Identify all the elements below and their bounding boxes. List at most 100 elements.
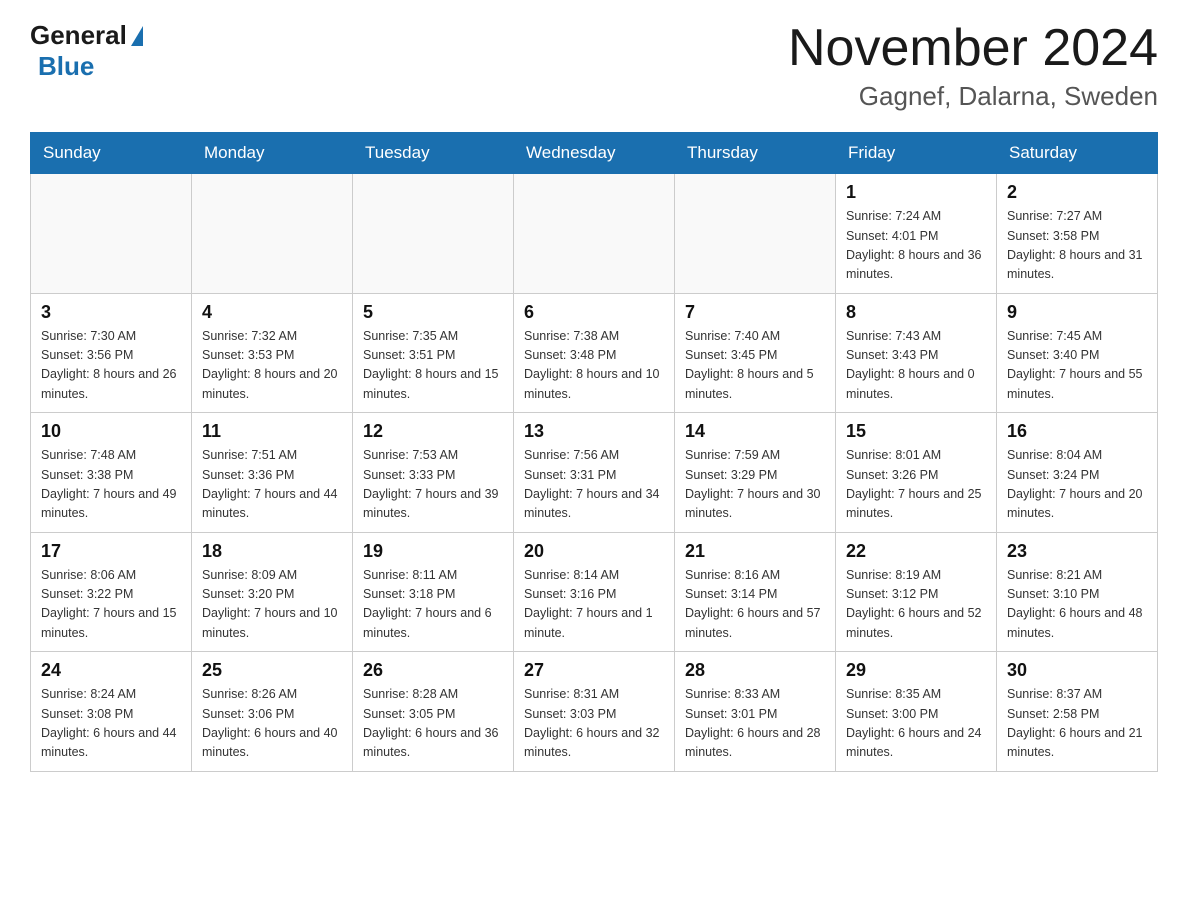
- calendar-cell: 26Sunrise: 8:28 AM Sunset: 3:05 PM Dayli…: [353, 652, 514, 772]
- calendar-cell: [675, 174, 836, 294]
- calendar-cell: 4 Sunrise: 7:32 AM Sunset: 3:53 PM Daylig…: [192, 293, 353, 413]
- calendar-cell: [514, 174, 675, 294]
- calendar-cell: 27 Sunrise: 8:31 AM Sunset: 3:03 PM Dayli…: [514, 652, 675, 772]
- title-block: November 2024 Gagnef, Dalarna, Sweden: [788, 20, 1158, 112]
- day-info: Sunrise: 8:21 AM Sunset: 3:10 PM Dayligh…: [1007, 566, 1147, 644]
- logo: General Blue: [30, 20, 143, 82]
- column-header-saturday: Saturday: [997, 133, 1158, 174]
- calendar-cell: 9 Sunrise: 7:45 AM Sunset: 3:40 PM Daylig…: [997, 293, 1158, 413]
- calendar-cell: 18Sunrise: 8:09 AM Sunset: 3:20 PM Dayli…: [192, 532, 353, 652]
- calendar-cell: 6 Sunrise: 7:38 AM Sunset: 3:48 PM Daylig…: [514, 293, 675, 413]
- day-number: 24: [41, 660, 181, 681]
- day-info: Sunrise: 8:19 AM Sunset: 3:12 PM Dayligh…: [846, 566, 986, 644]
- day-number: 2: [1007, 182, 1147, 203]
- day-info: Sunrise: 7:40 AM Sunset: 3:45 PM Dayligh…: [685, 327, 825, 405]
- calendar-cell: 21 Sunrise: 8:16 AM Sunset: 3:14 PM Dayli…: [675, 532, 836, 652]
- column-header-friday: Friday: [836, 133, 997, 174]
- day-info: Sunrise: 8:24 AM Sunset: 3:08 PM Dayligh…: [41, 685, 181, 763]
- column-header-monday: Monday: [192, 133, 353, 174]
- day-info: Sunrise: 7:27 AM Sunset: 3:58 PM Dayligh…: [1007, 207, 1147, 285]
- day-number: 7: [685, 302, 825, 323]
- week-row-1: 1 Sunrise: 7:24 AM Sunset: 4:01 PM Daylig…: [31, 174, 1158, 294]
- logo-blue-text: Blue: [38, 51, 94, 81]
- location-title: Gagnef, Dalarna, Sweden: [788, 81, 1158, 112]
- day-info: Sunrise: 7:56 AM Sunset: 3:31 PM Dayligh…: [524, 446, 664, 524]
- calendar-cell: 3 Sunrise: 7:30 AM Sunset: 3:56 PM Daylig…: [31, 293, 192, 413]
- calendar-cell: [353, 174, 514, 294]
- calendar-table: SundayMondayTuesdayWednesdayThursdayFrid…: [30, 132, 1158, 772]
- calendar-cell: 5 Sunrise: 7:35 AM Sunset: 3:51 PM Daylig…: [353, 293, 514, 413]
- day-number: 18: [202, 541, 342, 562]
- day-info: Sunrise: 7:45 AM Sunset: 3:40 PM Dayligh…: [1007, 327, 1147, 405]
- day-number: 19: [363, 541, 503, 562]
- day-number: 27: [524, 660, 664, 681]
- day-info: Sunrise: 7:30 AM Sunset: 3:56 PM Dayligh…: [41, 327, 181, 405]
- day-number: 3: [41, 302, 181, 323]
- day-info: Sunrise: 8:16 AM Sunset: 3:14 PM Dayligh…: [685, 566, 825, 644]
- day-number: 22: [846, 541, 986, 562]
- calendar-cell: 19 Sunrise: 8:11 AM Sunset: 3:18 PM Dayli…: [353, 532, 514, 652]
- calendar-cell: 29Sunrise: 8:35 AM Sunset: 3:00 PM Dayli…: [836, 652, 997, 772]
- day-number: 5: [363, 302, 503, 323]
- calendar-cell: 25Sunrise: 8:26 AM Sunset: 3:06 PM Dayli…: [192, 652, 353, 772]
- calendar-cell: 20 Sunrise: 8:14 AM Sunset: 3:16 PM Dayli…: [514, 532, 675, 652]
- calendar-cell: 13Sunrise: 7:56 AM Sunset: 3:31 PM Dayli…: [514, 413, 675, 533]
- day-info: Sunrise: 8:11 AM Sunset: 3:18 PM Dayligh…: [363, 566, 503, 644]
- day-info: Sunrise: 7:43 AM Sunset: 3:43 PM Dayligh…: [846, 327, 986, 405]
- day-info: Sunrise: 7:24 AM Sunset: 4:01 PM Dayligh…: [846, 207, 986, 285]
- day-number: 9: [1007, 302, 1147, 323]
- calendar-cell: 12Sunrise: 7:53 AM Sunset: 3:33 PM Dayli…: [353, 413, 514, 533]
- column-header-tuesday: Tuesday: [353, 133, 514, 174]
- week-row-5: 24 Sunrise: 8:24 AM Sunset: 3:08 PM Dayli…: [31, 652, 1158, 772]
- day-info: Sunrise: 8:01 AM Sunset: 3:26 PM Dayligh…: [846, 446, 986, 524]
- day-info: Sunrise: 7:35 AM Sunset: 3:51 PM Dayligh…: [363, 327, 503, 405]
- calendar-cell: 1 Sunrise: 7:24 AM Sunset: 4:01 PM Daylig…: [836, 174, 997, 294]
- calendar-cell: 24 Sunrise: 8:24 AM Sunset: 3:08 PM Dayli…: [31, 652, 192, 772]
- calendar-cell: 22 Sunrise: 8:19 AM Sunset: 3:12 PM Dayli…: [836, 532, 997, 652]
- day-info: Sunrise: 7:51 AM Sunset: 3:36 PM Dayligh…: [202, 446, 342, 524]
- day-number: 1: [846, 182, 986, 203]
- day-info: Sunrise: 7:59 AM Sunset: 3:29 PM Dayligh…: [685, 446, 825, 524]
- day-number: 6: [524, 302, 664, 323]
- day-number: 4: [202, 302, 342, 323]
- day-info: Sunrise: 8:28 AM Sunset: 3:05 PM Dayligh…: [363, 685, 503, 763]
- column-header-wednesday: Wednesday: [514, 133, 675, 174]
- day-info: Sunrise: 7:32 AM Sunset: 3:53 PM Dayligh…: [202, 327, 342, 405]
- day-info: Sunrise: 8:33 AM Sunset: 3:01 PM Dayligh…: [685, 685, 825, 763]
- calendar-cell: 8 Sunrise: 7:43 AM Sunset: 3:43 PM Daylig…: [836, 293, 997, 413]
- calendar-cell: 16 Sunrise: 8:04 AM Sunset: 3:24 PM Dayli…: [997, 413, 1158, 533]
- day-info: Sunrise: 8:04 AM Sunset: 3:24 PM Dayligh…: [1007, 446, 1147, 524]
- day-number: 8: [846, 302, 986, 323]
- calendar-cell: 14 Sunrise: 7:59 AM Sunset: 3:29 PM Dayli…: [675, 413, 836, 533]
- day-number: 21: [685, 541, 825, 562]
- calendar-cell: 10Sunrise: 7:48 AM Sunset: 3:38 PM Dayli…: [31, 413, 192, 533]
- calendar-cell: [192, 174, 353, 294]
- day-info: Sunrise: 8:37 AM Sunset: 2:58 PM Dayligh…: [1007, 685, 1147, 763]
- day-info: Sunrise: 8:06 AM Sunset: 3:22 PM Dayligh…: [41, 566, 181, 644]
- day-number: 23: [1007, 541, 1147, 562]
- day-number: 29: [846, 660, 986, 681]
- day-number: 16: [1007, 421, 1147, 442]
- calendar-cell: 2 Sunrise: 7:27 AM Sunset: 3:58 PM Daylig…: [997, 174, 1158, 294]
- day-number: 15: [846, 421, 986, 442]
- day-info: Sunrise: 8:14 AM Sunset: 3:16 PM Dayligh…: [524, 566, 664, 644]
- day-number: 14: [685, 421, 825, 442]
- day-info: Sunrise: 8:31 AM Sunset: 3:03 PM Dayligh…: [524, 685, 664, 763]
- day-info: Sunrise: 7:38 AM Sunset: 3:48 PM Dayligh…: [524, 327, 664, 405]
- day-info: Sunrise: 8:26 AM Sunset: 3:06 PM Dayligh…: [202, 685, 342, 763]
- week-row-4: 17Sunrise: 8:06 AM Sunset: 3:22 PM Dayli…: [31, 532, 1158, 652]
- calendar-cell: 15 Sunrise: 8:01 AM Sunset: 3:26 PM Dayli…: [836, 413, 997, 533]
- week-row-2: 3 Sunrise: 7:30 AM Sunset: 3:56 PM Daylig…: [31, 293, 1158, 413]
- calendar-cell: 30Sunrise: 8:37 AM Sunset: 2:58 PM Dayli…: [997, 652, 1158, 772]
- day-number: 10: [41, 421, 181, 442]
- calendar-cell: 11 Sunrise: 7:51 AM Sunset: 3:36 PM Dayli…: [192, 413, 353, 533]
- column-header-thursday: Thursday: [675, 133, 836, 174]
- calendar-cell: 7 Sunrise: 7:40 AM Sunset: 3:45 PM Daylig…: [675, 293, 836, 413]
- month-title: November 2024: [788, 20, 1158, 77]
- week-row-3: 10Sunrise: 7:48 AM Sunset: 3:38 PM Dayli…: [31, 413, 1158, 533]
- day-number: 11: [202, 421, 342, 442]
- day-number: 20: [524, 541, 664, 562]
- day-number: 28: [685, 660, 825, 681]
- logo-general-text: General: [30, 20, 127, 51]
- logo-triangle-icon: [131, 26, 143, 46]
